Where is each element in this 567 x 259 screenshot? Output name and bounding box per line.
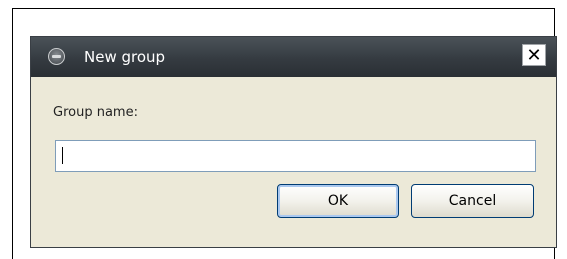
group-name-input[interactable] [55, 140, 536, 172]
dialog-title: New group [84, 48, 166, 66]
close-icon: ✕ [526, 44, 542, 66]
group-name-label: Group name: [53, 105, 138, 120]
app-logo-icon [48, 48, 65, 65]
new-group-dialog: New group ✕ Group name: OK Cancel [30, 36, 557, 248]
cancel-button[interactable]: Cancel [411, 184, 534, 218]
close-button[interactable]: ✕ [522, 44, 546, 66]
text-caret [62, 147, 63, 164]
ok-button[interactable]: OK [277, 184, 399, 218]
dialog-titlebar[interactable]: New group ✕ [31, 37, 556, 77]
